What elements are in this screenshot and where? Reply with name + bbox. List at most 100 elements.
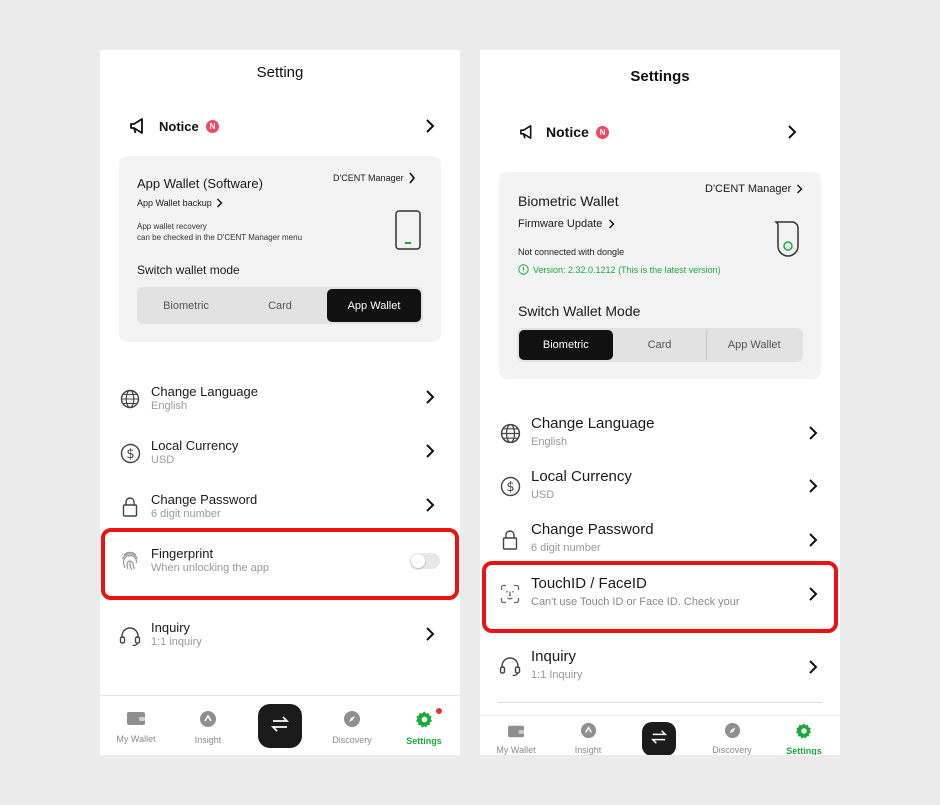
notice-label: Notice (159, 118, 199, 134)
tab-label: My Wallet (116, 734, 156, 744)
tab-settings[interactable]: Settings (778, 722, 830, 755)
chevron-right-icon (609, 219, 615, 229)
app-wallet-backup-label: App Wallet backup (137, 198, 212, 208)
item-sublabel: 1:1 Inquiry (531, 669, 583, 681)
chevron-right-icon (805, 530, 821, 550)
chevron-right-icon (422, 495, 438, 515)
item-sublabel: USD (531, 489, 555, 501)
chevron-right-icon (422, 441, 438, 461)
item-sublabel: English (531, 436, 568, 448)
chevron-right-icon (805, 423, 821, 443)
change-language-item[interactable]: Change Language English (100, 381, 460, 421)
recovery-info-line2: can be checked in the D'CENT Manager men… (137, 233, 303, 242)
mode-card[interactable]: Card (233, 289, 327, 322)
wallet-heading: Biometric Wallet (518, 193, 619, 209)
swap-button[interactable] (258, 704, 302, 748)
recovery-info-line1: App wallet recovery (137, 222, 207, 231)
change-language-item[interactable]: Change Language English (480, 414, 840, 454)
tab-my-wallet[interactable]: My Wallet (110, 710, 162, 744)
tab-settings[interactable]: Settings (398, 710, 450, 746)
dcent-manager-link[interactable]: D'CENT Manager (705, 183, 803, 195)
dcent-manager-label: D'CENT Manager (333, 173, 404, 183)
wallet-mode-selector[interactable]: Biometric Card App Wallet (517, 328, 803, 362)
mode-app-wallet[interactable]: App Wallet (706, 330, 801, 360)
notice-row[interactable]: Notice N (480, 117, 840, 147)
svg-text:$: $ (126, 447, 134, 462)
tab-label: Settings (406, 736, 442, 746)
switch-mode-label: Switch Wallet Mode (518, 303, 641, 319)
mode-biometric[interactable]: Biometric (519, 330, 613, 360)
settings-screen-left: Setting Notice N App Wallet (Software) D… (100, 50, 460, 755)
tab-label: Insight (194, 735, 222, 745)
tab-insight[interactable]: Insight (562, 722, 614, 755)
inquiry-item[interactable]: Inquiry 1:1 inquiry (100, 618, 460, 658)
change-password-item[interactable]: Change Password 6 digit number (100, 490, 460, 530)
mode-card[interactable]: Card (613, 330, 707, 360)
bottom-tab-bar: My Wallet Insight Discovery Settings (100, 695, 460, 755)
page-title: Setting (256, 64, 304, 81)
wallet-mode-selector[interactable]: Biometric Card App Wallet (137, 287, 423, 324)
chevron-right-icon (797, 184, 803, 194)
notice-row[interactable]: Notice N (100, 111, 460, 141)
dollar-icon: $ (498, 474, 522, 498)
tab-insight[interactable]: Insight (182, 710, 234, 745)
change-password-item[interactable]: Change Password 6 digit number (480, 521, 840, 561)
highlight-box (482, 561, 838, 633)
item-sublabel: USD (151, 454, 175, 466)
swap-button[interactable] (642, 722, 676, 755)
switch-mode-label: Switch wallet mode (137, 263, 240, 277)
notice-label: Notice (546, 124, 589, 140)
compass-icon (343, 710, 361, 733)
divider (498, 702, 822, 703)
notice-badge: N (596, 125, 609, 139)
tab-label: My Wallet (496, 745, 536, 755)
chevron-right-icon (422, 624, 438, 644)
headset-icon (498, 654, 522, 678)
local-currency-item[interactable]: $ Local Currency USD (480, 468, 840, 508)
item-label: Change Language (151, 384, 258, 399)
chevron-right-icon (422, 387, 438, 407)
dcent-manager-label: D'CENT Manager (705, 183, 792, 195)
firmware-update-link[interactable]: Firmware Update (518, 218, 615, 230)
globe-icon (118, 387, 142, 411)
bottom-tab-bar: My Wallet Insight Discovery Settings (480, 715, 840, 755)
item-sublabel: English (151, 400, 188, 412)
app-wallet-backup-link[interactable]: App Wallet backup (137, 198, 223, 208)
gear-icon (415, 710, 434, 734)
firmware-update-label: Firmware Update (518, 218, 603, 230)
swap-icon (270, 715, 290, 738)
tab-my-wallet[interactable]: My Wallet (490, 724, 542, 755)
notification-dot (436, 708, 442, 714)
tab-label: Insight (574, 745, 602, 755)
insight-icon (199, 710, 217, 733)
chevron-right-icon (805, 476, 821, 496)
globe-icon (498, 421, 522, 445)
item-label: Change Password (531, 521, 654, 538)
lock-icon (499, 528, 521, 552)
item-label: Change Password (151, 492, 258, 507)
info-circle-icon (518, 264, 529, 275)
svg-text:$: $ (506, 480, 514, 495)
mode-app-wallet[interactable]: App Wallet (327, 289, 421, 322)
tab-discovery[interactable]: Discovery (706, 722, 758, 755)
item-sublabel: 6 digit number (151, 508, 221, 520)
mode-biometric[interactable]: Biometric (139, 289, 233, 322)
wallet-card: App Wallet (Software) D'CENT Manager App… (119, 156, 441, 342)
wallet-icon (126, 710, 146, 732)
settings-screen-right: Settings Notice N Biometric Wallet D'CEN… (480, 50, 840, 755)
version-text: Version: 2.32.0.1212 (This is the latest… (533, 264, 721, 275)
dcent-manager-link[interactable]: D'CENT Manager (333, 172, 416, 184)
biometric-dongle-icon (773, 220, 801, 263)
lock-icon (119, 495, 141, 519)
wallet-card: Biometric Wallet D'CENT Manager Firmware… (499, 172, 821, 379)
local-currency-item[interactable]: $ Local Currency USD (100, 436, 460, 476)
chevron-right-icon (784, 122, 800, 142)
inquiry-item[interactable]: Inquiry 1:1 Inquiry (480, 647, 840, 687)
item-label: Inquiry (531, 648, 577, 665)
notice-badge: N (206, 119, 219, 133)
swap-icon (650, 729, 668, 750)
tab-label: Settings (786, 746, 822, 755)
item-label: Local Currency (531, 468, 632, 485)
wallet-heading: App Wallet (Software) (137, 176, 263, 191)
tab-discovery[interactable]: Discovery (326, 710, 378, 745)
